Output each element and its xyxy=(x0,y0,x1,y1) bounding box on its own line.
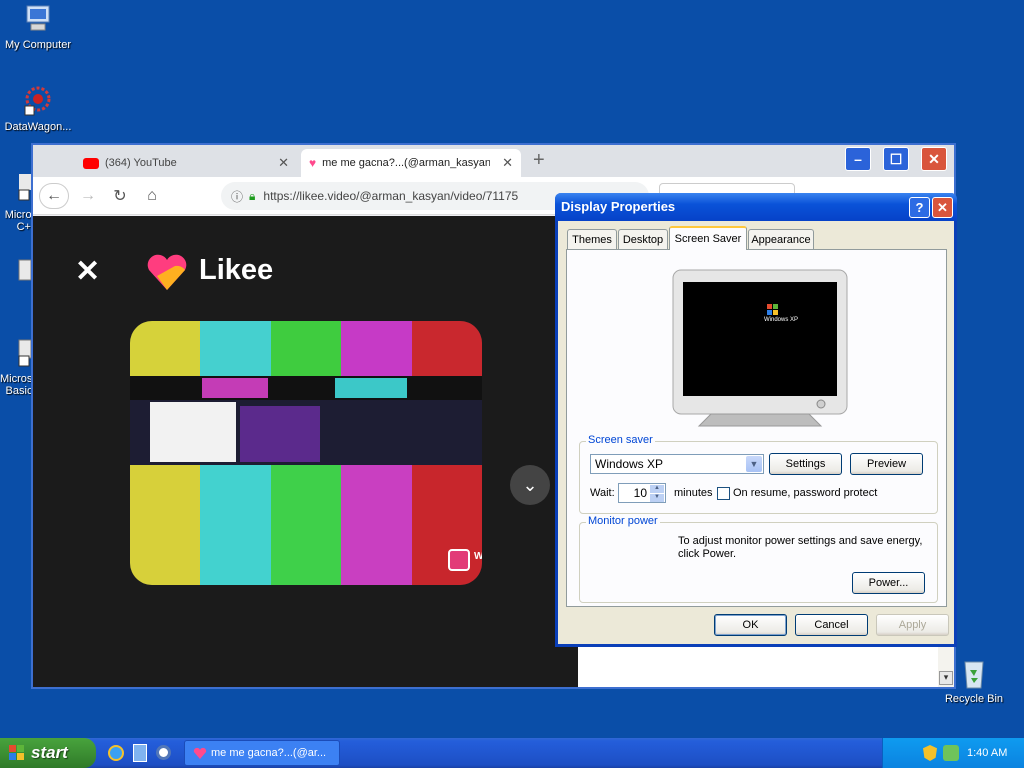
program-icon xyxy=(0,336,33,370)
close-window-button[interactable]: ✕ xyxy=(921,147,947,171)
tab-likee[interactable]: ♥ me me gacna?...(@arman_kasyan ✕ xyxy=(301,149,521,177)
recycle-bin-icon xyxy=(957,656,991,690)
close-dialog-button[interactable]: ✕ xyxy=(932,197,953,218)
wait-spinner[interactable]: 10 ▲ ▼ xyxy=(618,483,666,503)
help-button[interactable]: ? xyxy=(909,197,930,218)
windows-logo-text: Windows XP xyxy=(764,317,799,323)
tab-label: (364) YouTube xyxy=(105,157,177,169)
tab-label: me me gacna?...(@arman_kasyan xyxy=(322,157,491,169)
group-title: Monitor power xyxy=(586,515,660,527)
likee-icon: ♥ xyxy=(309,156,317,170)
shield-icon[interactable] xyxy=(923,745,937,761)
close-icon[interactable]: ✕ xyxy=(502,155,513,171)
preview-button[interactable]: Preview xyxy=(850,453,923,475)
tab-screen-saver[interactable]: Screen Saver xyxy=(669,226,747,250)
dialog-title: Display Properties xyxy=(561,199,676,214)
start-button[interactable]: start xyxy=(0,738,96,768)
dialog-title-bar: Display Properties ? ✕ xyxy=(555,193,957,221)
minutes-label: minutes xyxy=(674,487,713,499)
desktop-icon-label: My Computer xyxy=(4,39,72,51)
close-icon[interactable]: ✕ xyxy=(75,254,100,289)
wait-label: Wait: xyxy=(590,487,615,499)
minimize-button[interactable]: – xyxy=(845,147,871,171)
lock-icon: 🔒︎ xyxy=(249,188,256,203)
power-button[interactable]: Power... xyxy=(852,572,925,594)
apply-button[interactable]: Apply xyxy=(876,614,949,636)
monitor-preview: Windows XP xyxy=(671,268,849,430)
screen-saver-select[interactable]: Windows XP ▼ xyxy=(590,454,764,474)
chevron-up-icon[interactable]: ▲ xyxy=(650,485,664,493)
monitor-power-group: Monitor power To adjust monitor power se… xyxy=(579,515,938,603)
forward-icon[interactable]: → xyxy=(73,183,103,209)
network-icon[interactable] xyxy=(943,745,959,761)
home-icon[interactable]: ⌂ xyxy=(137,183,167,209)
video-player[interactable]: W xyxy=(130,321,482,585)
tab-themes[interactable]: Themes xyxy=(567,229,617,249)
likee-logo-icon xyxy=(145,252,189,292)
windows-flag-icon xyxy=(8,744,26,762)
taskbar: start me me gacna?...(@ar... 1:40 AM xyxy=(0,738,1024,768)
tab-appearance[interactable]: Appearance xyxy=(748,229,814,249)
close-icon[interactable]: ✕ xyxy=(278,155,289,171)
chevron-down-icon[interactable]: ▼ xyxy=(650,494,664,502)
media-icon[interactable] xyxy=(133,744,147,762)
new-tab-button[interactable]: + xyxy=(533,149,545,172)
likee-watermark-icon xyxy=(448,549,470,571)
clock[interactable]: 1:40 AM xyxy=(967,747,1007,759)
screen-saver-panel: Windows XP Screen saver Windows XP ▼ Set… xyxy=(566,249,947,607)
watermark-text: W xyxy=(474,551,482,562)
start-label: start xyxy=(31,743,68,762)
youtube-icon xyxy=(83,157,99,169)
tab-strip: (364) YouTube ✕ ♥ me me gacna?...(@arman… xyxy=(33,145,954,177)
chevron-down-icon[interactable]: ▾ xyxy=(939,671,953,685)
likee-icon xyxy=(193,747,207,760)
desktop-icon-label: DataWagon... xyxy=(4,121,72,133)
power-description: To adjust monitor power settings and sav… xyxy=(678,535,923,560)
settings-button[interactable]: Settings xyxy=(769,453,842,475)
wait-value: 10 xyxy=(633,486,647,500)
group-title: Screen saver xyxy=(586,434,655,446)
password-checkbox[interactable] xyxy=(717,487,730,500)
desktop-icon-datawagon[interactable]: DataWagon... xyxy=(0,84,76,133)
task-label: me me gacna?...(@ar... xyxy=(211,747,327,759)
ok-button[interactable]: OK xyxy=(714,614,787,636)
url-text: https://likee.video/@arman_kasyan/video/… xyxy=(263,189,519,203)
chevron-down-icon[interactable]: ▼ xyxy=(746,456,762,472)
program-icon xyxy=(0,172,33,206)
internet-explorer-icon[interactable] xyxy=(108,745,124,761)
chevron-down-icon[interactable]: ⌄ xyxy=(510,465,550,505)
desktop-icon-label: Recycle Bin xyxy=(944,693,1004,705)
system-tray: 1:40 AM xyxy=(882,738,1024,768)
tab-youtube[interactable]: (364) YouTube ✕ xyxy=(75,149,297,177)
my-computer-icon xyxy=(21,2,55,36)
display-properties-dialog: Display Properties ? ✕ Themes Desktop Sc… xyxy=(555,193,957,647)
maximize-button[interactable]: ☐ xyxy=(883,147,909,171)
tab-desktop[interactable]: Desktop xyxy=(618,229,668,249)
likee-page: ✕ Likee W ⌄ xyxy=(33,216,578,687)
screen-saver-group: Screen saver Windows XP ▼ Settings Previ… xyxy=(579,434,938,514)
program-icon xyxy=(0,254,33,288)
back-icon[interactable]: ← xyxy=(39,183,69,209)
cancel-button[interactable]: Cancel xyxy=(795,614,868,636)
reload-icon[interactable]: ↻ xyxy=(105,183,135,209)
password-label: On resume, password protect xyxy=(733,487,878,499)
selected-value: Windows XP xyxy=(595,457,664,471)
media-player-icon[interactable] xyxy=(156,745,171,760)
datawagon-icon xyxy=(21,84,55,118)
taskbar-item-browser[interactable]: me me gacna?...(@ar... xyxy=(184,740,340,766)
likee-brand: Likee xyxy=(199,254,274,286)
info-icon: ⓘ xyxy=(231,189,244,204)
desktop-icon-my-computer[interactable]: My Computer xyxy=(0,2,76,51)
